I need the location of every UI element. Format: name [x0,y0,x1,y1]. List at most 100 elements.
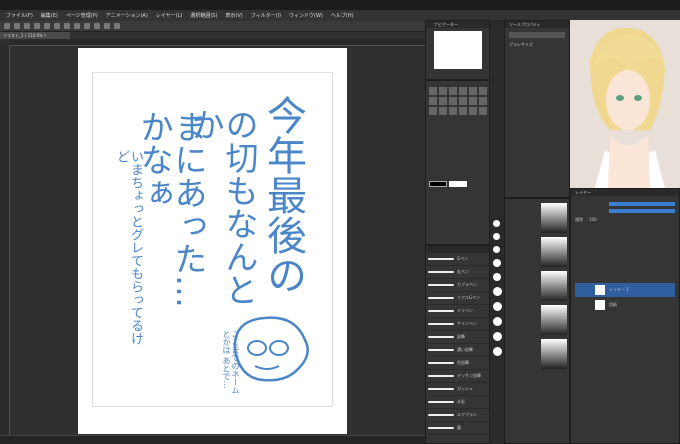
brush-list: Gペン丸ペンカブラペン リアルGペン ミリペン サインペン 鉛筆 濃い鉛筆色鉛筆デッサン鉛… [426,253,489,435]
brush-item[interactable]: 鉛筆 [426,331,489,344]
brush-item[interactable]: カブラペン [426,279,489,292]
size-dot[interactable] [493,302,502,311]
size-dot[interactable] [493,246,500,253]
tool-icon[interactable] [479,97,487,105]
layer-row-selected[interactable]: レイヤー 1 [575,283,675,297]
tool-icon[interactable] [469,107,477,115]
tool-icon[interactable] [439,107,447,115]
document-tab[interactable]: イラスト_1 ( 110.0% ) [0,32,70,39]
size-dot[interactable] [493,347,502,356]
layer-color-bar-2[interactable] [609,209,675,213]
tool-icon[interactable] [429,107,437,115]
brush-item[interactable]: 丸ペン [426,266,489,279]
transform-icon[interactable] [64,23,70,29]
menu-file[interactable]: ファイル(F) [6,12,33,19]
save-icon[interactable] [24,23,30,29]
brush-label: 色鉛筆 [457,360,469,365]
brush-stroke-preview [428,284,454,286]
size-dot[interactable] [493,287,502,296]
horizontal-ruler [10,39,425,46]
tool-icon[interactable] [429,97,437,105]
tool-icon[interactable] [469,97,477,105]
size-dot[interactable] [493,332,502,341]
menu-page[interactable]: ページ管理(P) [66,12,98,19]
main-color-swatch[interactable] [429,181,447,187]
brush-item[interactable]: 濃い鉛筆 [426,344,489,357]
brush-item[interactable]: Gペン [426,253,489,266]
size-dot[interactable] [493,259,501,267]
layer-row-paper[interactable]: 用紙 [575,299,675,311]
tool-icon[interactable] [469,87,477,95]
clear-icon[interactable] [54,23,60,29]
brush-item[interactable]: サインペン [426,318,489,331]
size-dot[interactable] [493,317,502,326]
tool-icon[interactable] [479,107,487,115]
tool-icon[interactable] [449,87,457,95]
brush-stroke-preview [428,401,454,403]
tool-icon[interactable] [439,87,447,95]
menu-edit[interactable]: 編集(E) [41,12,58,19]
menu-view[interactable]: 表示(V) [225,12,242,19]
paper-layer-name: 用紙 [609,302,617,307]
brush-size-strip [490,20,504,444]
deselect-icon[interactable] [84,23,90,29]
tool-icon[interactable] [449,107,457,115]
brush-item[interactable]: 墨 [426,422,489,435]
material-thumb[interactable] [541,271,567,301]
brush-stroke-preview [428,258,454,260]
tool-icon[interactable] [459,107,467,115]
tool-icon[interactable] [459,97,467,105]
brush-stroke-preview [428,349,454,351]
size-dot[interactable] [493,233,500,240]
brush-stroke-preview [428,388,454,390]
menu-layer[interactable]: レイヤー(L) [156,12,183,19]
menu-window[interactable]: ウィンドウ(W) [289,12,323,19]
material-thumb[interactable] [541,237,567,267]
layer-color-bar[interactable] [609,202,675,206]
material-thumb[interactable] [541,203,567,233]
brush-item[interactable]: ミリペン [426,305,489,318]
undo-icon[interactable] [34,23,40,29]
brush-label: デッサン鉛筆 [457,373,481,378]
tool-icon[interactable] [439,97,447,105]
invert-select-icon[interactable] [94,23,100,29]
brush-stroke-preview [428,362,454,364]
menu-select[interactable]: 選択範囲(S) [190,12,217,19]
brush-stroke-preview [428,271,454,273]
brush-label: ガッシュ [457,386,473,391]
webcam-overlay [570,20,680,188]
layer-panel-title: レイヤー [571,189,679,196]
brush-item[interactable]: 水彩 [426,396,489,409]
brush-label: 丸ペン [457,269,469,274]
menu-help[interactable]: ヘルプ(H) [331,12,354,19]
tool-icon[interactable] [479,87,487,95]
menu-filter[interactable]: フィルター(I) [251,12,281,19]
new-icon[interactable] [4,23,10,29]
material-thumb[interactable] [541,339,567,369]
fill-icon[interactable] [74,23,80,29]
snap-icon[interactable] [104,23,110,29]
brush-stroke-preview [428,336,454,338]
brush-item[interactable]: エアブラシ [426,409,489,422]
menu-animation[interactable]: アニメーション(A) [106,12,148,19]
brush-item[interactable]: リアルGペン [426,292,489,305]
tool-icon[interactable] [459,87,467,95]
tool-icon[interactable] [429,87,437,95]
brush-item[interactable]: デッサン鉛筆 [426,370,489,383]
brush-label: 墨 [457,425,461,430]
ruler-snap-icon[interactable] [114,23,120,29]
blend-mode-label[interactable]: 通常 [575,217,583,223]
brush-item[interactable]: ガッシュ [426,383,489,396]
redo-icon[interactable] [44,23,50,29]
open-icon[interactable] [14,23,20,29]
opacity-value[interactable]: 100 [589,217,597,223]
size-dot[interactable] [493,273,501,281]
vertical-ruler [0,46,10,436]
size-dot[interactable] [493,220,500,227]
navigator-preview[interactable] [434,31,482,69]
sub-color-swatch[interactable] [449,181,467,187]
brush-stroke-preview [428,414,454,416]
tool-icon[interactable] [449,97,457,105]
material-thumb[interactable] [541,305,567,335]
brush-item[interactable]: 色鉛筆 [426,357,489,370]
